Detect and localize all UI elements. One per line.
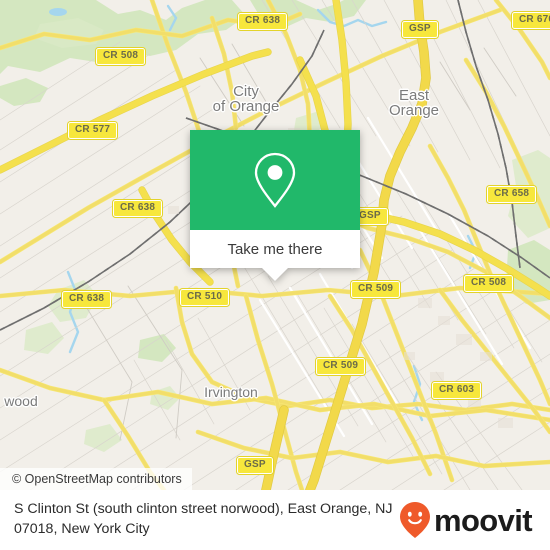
road-shield-cr-510: CR 510 xyxy=(178,288,231,307)
map-pin-icon xyxy=(254,152,296,208)
road-shield-cr-638-south: CR 638 xyxy=(60,290,113,309)
road-shield-cr-603: CR 603 xyxy=(430,381,483,400)
popup-pin-panel xyxy=(190,130,360,230)
popup-pointer-tail xyxy=(262,268,288,281)
road-shield-cr-508-west: CR 508 xyxy=(94,47,147,66)
road-shield-gsp-south: GSP xyxy=(236,456,274,475)
moovit-wordmark: moovit xyxy=(433,502,533,538)
road-shield-cr-638-north: CR 638 xyxy=(236,12,289,31)
moovit-logo[interactable]: moovit xyxy=(399,501,533,539)
road-shield-cr-638-mid: CR 638 xyxy=(111,199,164,218)
road-shield-cr-658: CR 658 xyxy=(485,185,538,204)
road-shield-cr-577: CR 577 xyxy=(66,121,119,140)
osm-attribution[interactable]: © OpenStreetMap contributors xyxy=(0,468,192,490)
map-card-screenshot: .land { fill:#f2efe9; } .park { fill:#cf… xyxy=(0,0,550,550)
road-shield-cr-670: CR 670 xyxy=(510,11,550,30)
location-popup-card[interactable]: Take me there xyxy=(190,130,360,281)
road-shield-gsp-north: GSP xyxy=(401,20,439,39)
caption-bar: S Clinton St (south clinton street norwo… xyxy=(0,490,550,550)
take-me-there-button[interactable]: Take me there xyxy=(190,230,360,268)
road-shield-cr-509-upper: CR 509 xyxy=(349,280,402,299)
road-shield-cr-509-lower: CR 509 xyxy=(314,357,367,376)
road-shield-cr-508-east: CR 508 xyxy=(462,274,515,293)
location-caption: S Clinton St (south clinton street norwo… xyxy=(14,501,393,537)
moovit-pin-smiley-icon xyxy=(399,502,430,538)
